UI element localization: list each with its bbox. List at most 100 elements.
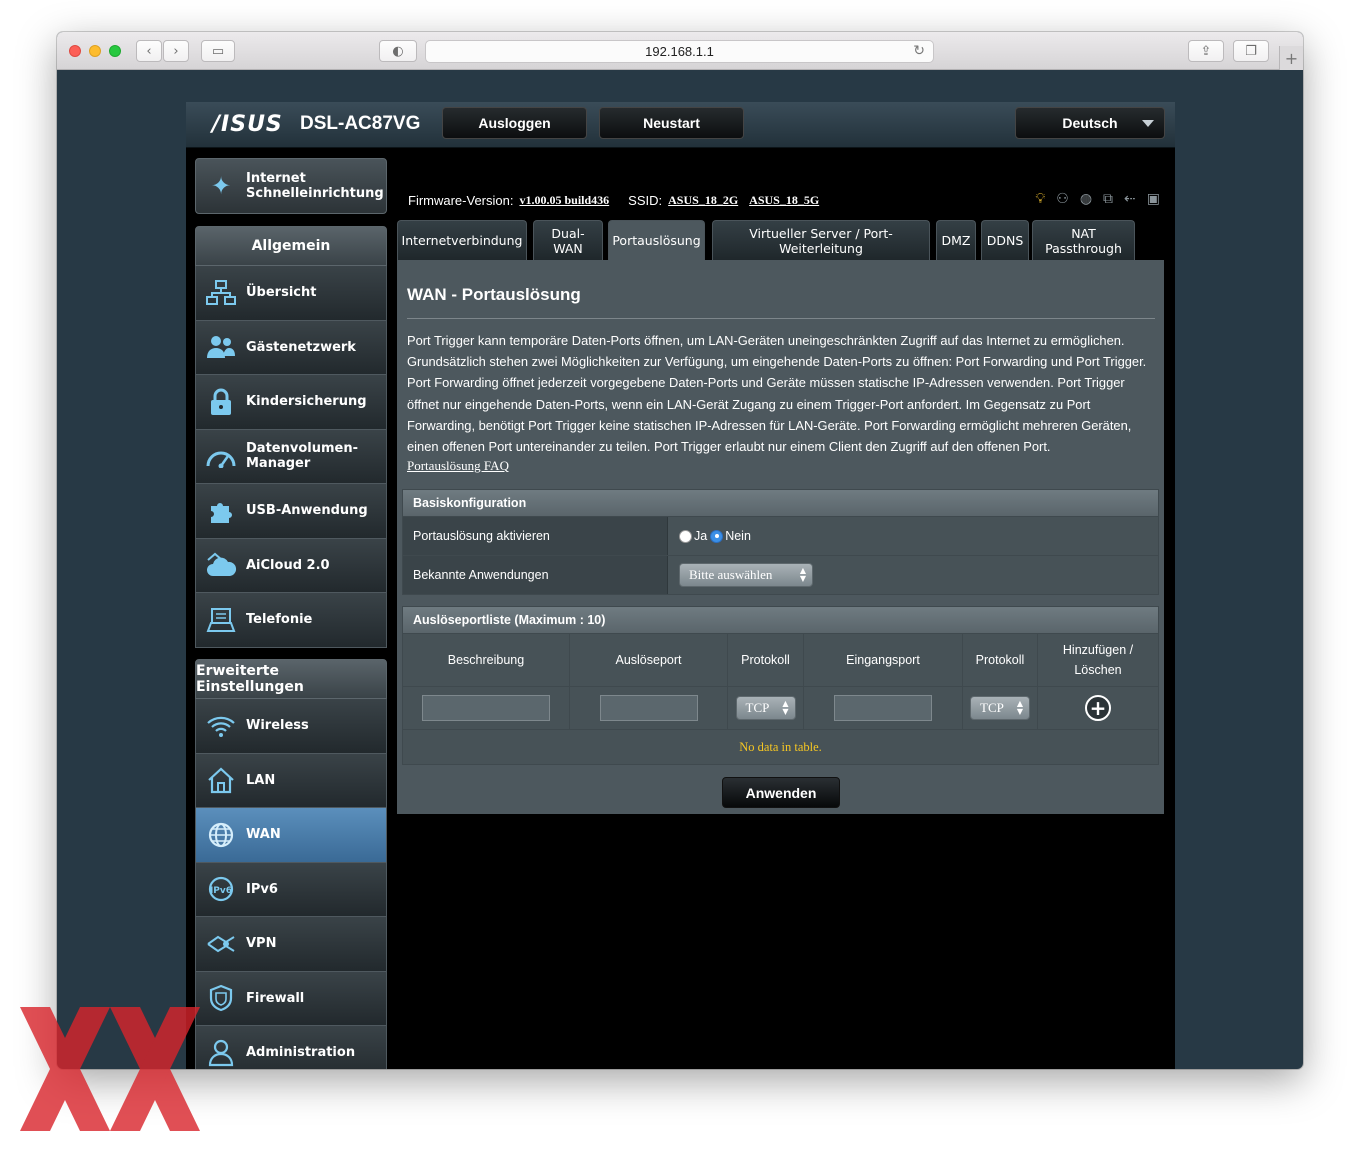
quick-setup-label: Internet Schnelleinrichtung — [246, 171, 384, 201]
minimize-window-button[interactable] — [89, 45, 101, 57]
incoming-port-input[interactable] — [834, 695, 932, 721]
tab-dmz[interactable]: DMZ — [936, 220, 976, 260]
bulb-icon[interactable]: 💡︎ — [1035, 191, 1045, 207]
firmware-version-link[interactable]: v1.00.05 build436 — [519, 193, 609, 208]
gauge-icon — [196, 444, 246, 469]
tab-internet-connection[interactable]: Internetverbindung — [397, 220, 527, 260]
ssid-2g-link[interactable]: ASUS_18_2G — [668, 193, 738, 208]
tab-port-trigger[interactable]: Portauslösung — [608, 220, 705, 260]
sidebar-item-label: Übersicht — [246, 285, 317, 301]
content-panel: WAN - Portauslösung Port Trigger kann te… — [397, 260, 1164, 814]
sidebar-item-traffic-manager[interactable]: Datenvolumen- Manager — [195, 429, 387, 484]
incoming-protocol-cell: TCP ▲ ▼ — [963, 687, 1038, 729]
tab-virtual-server[interactable]: Virtueller Server / Port- Weiterleitung — [712, 220, 930, 260]
sidebar-item-lan[interactable]: LAN — [195, 753, 387, 808]
browser-window: ‹ › ▭ ◐ 192.168.1.1 ↻ ⇪ ❐ + /ISUS DSL-AC… — [57, 32, 1303, 1069]
column-header: Protokoll — [728, 634, 804, 686]
apply-button[interactable]: Anwenden — [722, 777, 840, 808]
sidebar-item-guest-network[interactable]: Gästenetzwerk — [195, 320, 387, 375]
tab-ddns[interactable]: DDNS — [981, 220, 1029, 260]
title-divider — [407, 318, 1155, 319]
column-header: Protokoll — [963, 634, 1038, 686]
router-topbar: /ISUS DSL-AC87VG Ausloggen Neustart Deut… — [186, 102, 1175, 148]
description-input[interactable] — [422, 695, 550, 721]
watermark-logo — [20, 1007, 200, 1131]
asus-logo: /ISUS — [212, 112, 283, 137]
sidebar-item-overview[interactable]: Übersicht — [195, 266, 387, 321]
incoming-port-cell — [804, 687, 963, 729]
lock-icon — [196, 388, 246, 416]
usb-icon[interactable]: ⇠ — [1124, 191, 1136, 207]
known-applications-value: Bitte auswählen — [689, 567, 773, 582]
known-applications-select[interactable]: Bitte auswählen ▲ ▼ — [679, 563, 813, 587]
sidebar-item-administration[interactable]: Administration — [195, 1026, 387, 1069]
network-icon[interactable]: ⧉ — [1103, 191, 1113, 207]
printer-icon[interactable]: ▣ — [1147, 191, 1160, 207]
trigger-list-header: Auslöseportliste (Maximum : 10) — [402, 606, 1159, 634]
sidebar-item-aicloud[interactable]: AiCloud 2.0 — [195, 538, 387, 593]
sidebar-item-label: Administration — [246, 1045, 356, 1061]
close-window-button[interactable] — [69, 45, 81, 57]
language-value: Deutsch — [1062, 115, 1118, 131]
tabs-overview-icon[interactable]: ❐ — [1233, 40, 1269, 62]
add-cell: + — [1038, 687, 1158, 729]
sidebar-item-wireless[interactable]: Wireless — [195, 699, 387, 754]
sidebar-item-vpn[interactable]: VPN — [195, 917, 387, 972]
magic-wand-icon: ✦ — [210, 172, 232, 200]
reboot-button[interactable]: Neustart — [599, 107, 744, 139]
sidebar-item-firewall[interactable]: Firewall — [195, 971, 387, 1026]
users-icon[interactable]: ⚇ — [1056, 191, 1069, 207]
sidebar-toggle-icon[interactable]: ▭ — [201, 40, 235, 62]
phone-icon — [196, 607, 246, 633]
sidebar-item-telephony[interactable]: Telefonie — [195, 593, 387, 648]
known-applications-cell: Bitte auswählen ▲ ▼ — [668, 556, 1158, 594]
sidebar-item-wan[interactable]: WAN — [195, 808, 387, 863]
trigger-protocol-select[interactable]: TCP ▲ ▼ — [735, 696, 796, 720]
trigger-input-row: TCP ▲ ▼ TCP ▲ ▼ + — [402, 687, 1159, 730]
sidebar-item-label: VPN — [246, 936, 277, 952]
incoming-protocol-value: TCP — [980, 700, 1004, 715]
sidebar-item-label: Kindersicherung — [246, 394, 367, 410]
ipv6-icon: IPv6 — [196, 875, 246, 903]
back-icon[interactable]: ‹ — [136, 40, 162, 62]
select-arrows-icon: ▲ ▼ — [1016, 699, 1023, 716]
trigger-table-header: Beschreibung Auslöseport Protokoll Einga… — [402, 634, 1159, 687]
new-tab-icon[interactable]: + — [1279, 46, 1303, 70]
logout-button[interactable]: Ausloggen — [442, 107, 587, 139]
router-page: /ISUS DSL-AC87VG Ausloggen Neustart Deut… — [186, 102, 1175, 1069]
language-select[interactable]: Deutsch — [1015, 107, 1165, 139]
sidebar-item-label: Gästenetzwerk — [246, 339, 356, 355]
add-row-icon[interactable]: + — [1085, 695, 1111, 721]
vpn-icon — [196, 931, 246, 957]
share-icon[interactable]: ⇪ — [1188, 40, 1224, 62]
column-header: Auslöseport — [570, 634, 728, 686]
sidebar-item-parental-control[interactable]: Kindersicherung — [195, 375, 387, 430]
guest-users-icon — [196, 334, 246, 360]
enable-port-trigger-row: Portauslösung aktivieren Ja Nein — [402, 517, 1159, 556]
page-title: WAN - Portauslösung — [407, 285, 581, 304]
admin-user-icon — [196, 1039, 246, 1067]
zoom-window-button[interactable] — [109, 45, 121, 57]
tab-nat-passthrough[interactable]: NAT Passthrough — [1032, 220, 1135, 260]
svg-text:IPv6: IPv6 — [210, 886, 232, 896]
tab-dual-wan[interactable]: Dual- WAN — [533, 220, 603, 260]
sidebar-item-usb-application[interactable]: USB-Anwendung — [195, 484, 387, 539]
column-header: Beschreibung — [403, 634, 570, 686]
faq-link[interactable]: Portauslösung FAQ — [407, 458, 509, 474]
radio-yes[interactable] — [679, 529, 692, 543]
cloud-icon — [196, 552, 246, 578]
forward-icon[interactable]: › — [163, 40, 189, 62]
ssid-5g-link[interactable]: ASUS_18_5G — [749, 193, 819, 208]
radio-no[interactable] — [710, 529, 724, 543]
reload-icon[interactable]: ↻ — [913, 43, 925, 59]
privacy-toggle-icon[interactable]: ◐ — [379, 40, 417, 62]
incoming-protocol-select[interactable]: TCP ▲ ▼ — [970, 696, 1030, 720]
address-bar[interactable]: 192.168.1.1 ↻ — [425, 40, 934, 63]
globe-icon[interactable]: ◍ — [1080, 191, 1092, 207]
quick-internet-setup[interactable]: ✦ Internet Schnelleinrichtung — [195, 158, 387, 214]
trigger-port-input[interactable] — [599, 695, 698, 721]
trigger-protocol-cell: TCP ▲ ▼ — [728, 687, 804, 729]
sidebar-item-ipv6[interactable]: IPv6 IPv6 — [195, 862, 387, 917]
chevron-down-icon — [1142, 120, 1154, 127]
trigger-port-cell — [570, 687, 728, 729]
